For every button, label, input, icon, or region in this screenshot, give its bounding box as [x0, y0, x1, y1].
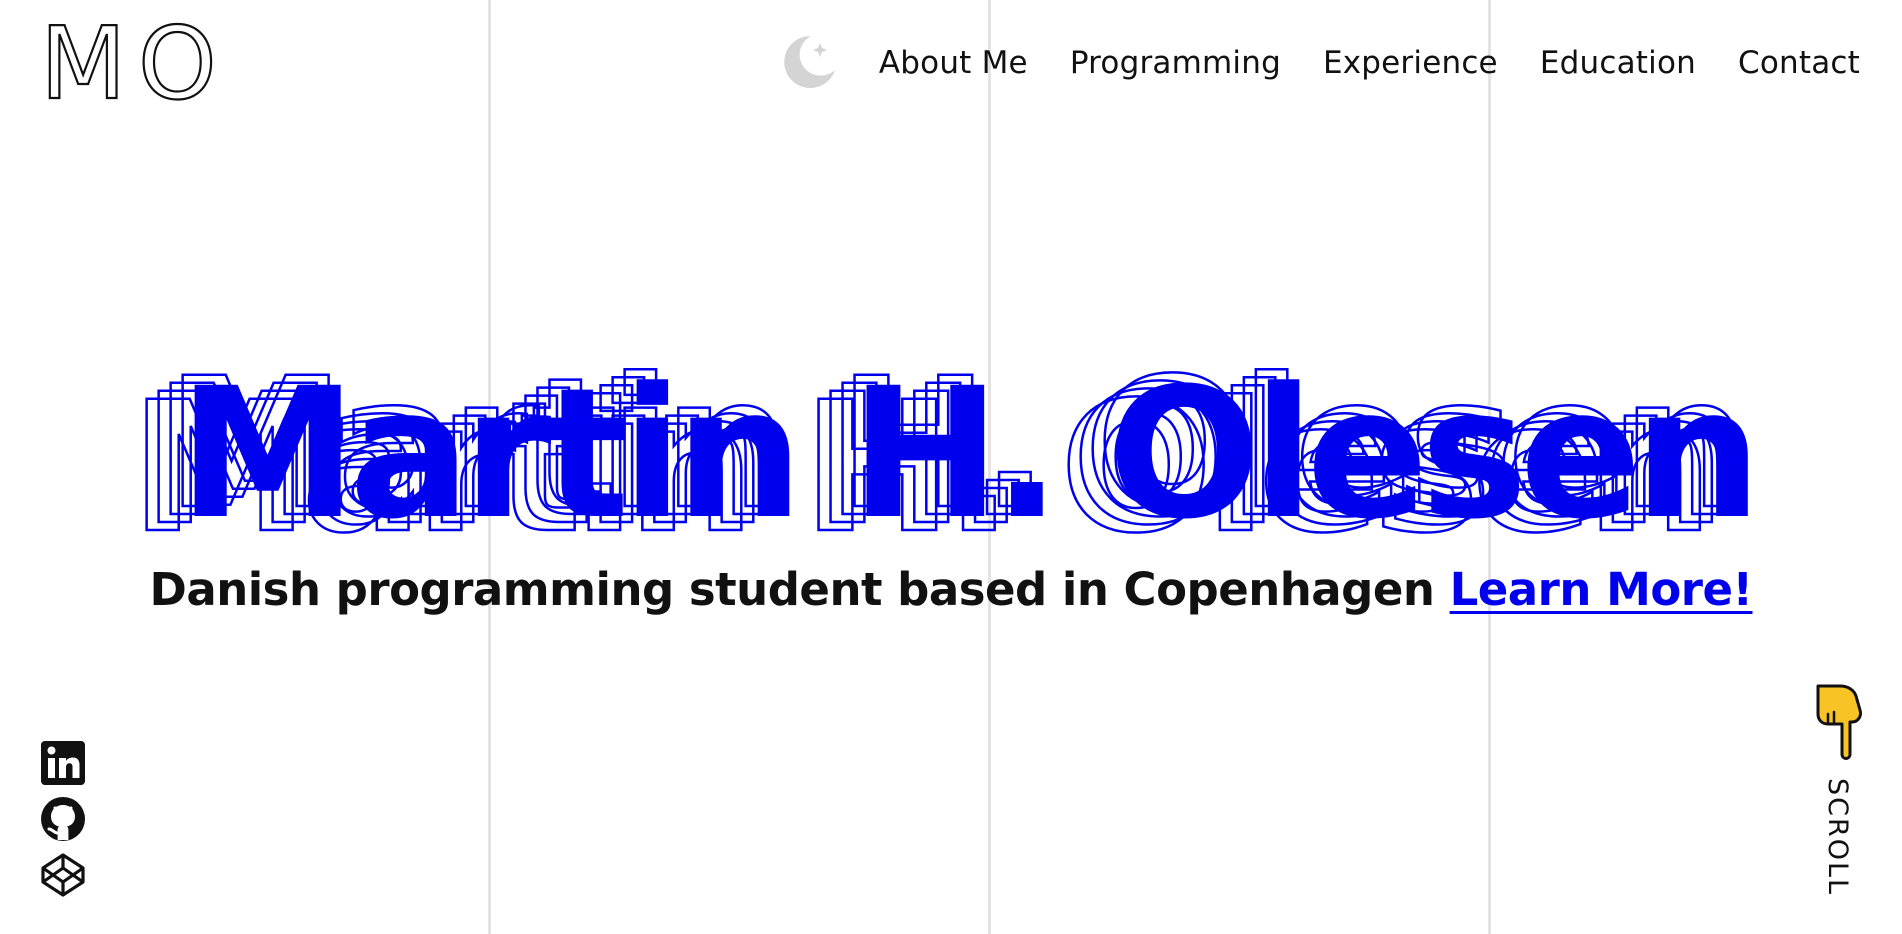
hero-name: Martin H. Olesen Martin H. Olesen Martin…	[129, 340, 1762, 550]
scroll-label: SCROLL	[1822, 778, 1853, 897]
hero-name-main: Martin H. Olesen	[178, 350, 1754, 550]
svg-text:O: O	[138, 22, 217, 102]
nav-experience[interactable]: Experience	[1323, 45, 1498, 81]
page: M O About Me Programming Experience Educ…	[0, 0, 1902, 934]
social-links	[40, 740, 86, 898]
github-icon[interactable]	[40, 796, 86, 842]
logo-initial-m: M	[40, 22, 124, 102]
logo-initial-o: O	[137, 22, 218, 102]
learn-more-link[interactable]: Learn More!	[1450, 563, 1753, 616]
svg-text:M: M	[40, 22, 124, 102]
moon-icon[interactable]	[781, 32, 839, 90]
nav-programming[interactable]: Programming	[1070, 45, 1281, 81]
tagline-text: Danish programming student based in Cope…	[149, 563, 1435, 616]
linkedin-icon[interactable]	[40, 740, 86, 786]
nav-contact[interactable]: Contact	[1738, 45, 1860, 81]
main-nav: About Me Programming Experience Educatio…	[781, 35, 1860, 90]
hero-tagline: Danish programming student based in Cope…	[0, 563, 1902, 616]
scroll-indicator[interactable]: SCROLL	[1810, 684, 1870, 904]
pointing-down-hand-icon	[1816, 684, 1862, 760]
logo[interactable]: M O	[40, 22, 220, 102]
nav-education[interactable]: Education	[1540, 45, 1696, 81]
codepen-icon[interactable]	[40, 852, 86, 898]
nav-about-me[interactable]: About Me	[879, 45, 1028, 81]
